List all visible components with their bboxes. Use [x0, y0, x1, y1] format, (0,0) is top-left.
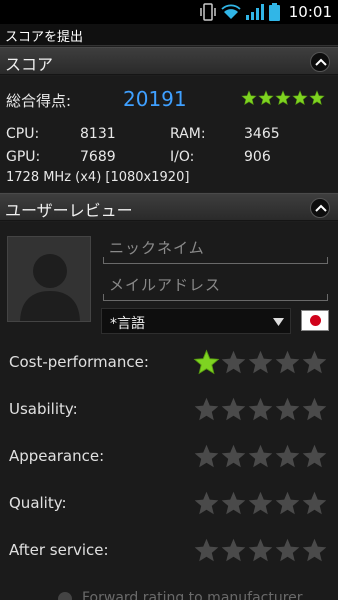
rating-stars[interactable] — [193, 537, 328, 564]
rating-star-icon[interactable] — [274, 396, 301, 423]
email-input[interactable] — [103, 269, 328, 300]
rating-star-icon[interactable] — [220, 490, 247, 517]
rating-label: Quality: — [9, 494, 67, 512]
rating-star-icon[interactable] — [193, 537, 220, 564]
rating-stars[interactable] — [193, 349, 328, 376]
email-field[interactable] — [103, 269, 328, 301]
nickname-input[interactable] — [103, 232, 328, 263]
cpu-value: 8131 — [80, 126, 116, 142]
language-select-value: *言語 — [110, 316, 145, 332]
rating-star-icon[interactable] — [247, 349, 274, 376]
rating-label: Appearance: — [9, 447, 105, 465]
total-star-icon — [241, 90, 257, 105]
rating-star-icon[interactable] — [301, 443, 328, 470]
review-section-header[interactable]: ユーザーレビュー — [0, 193, 338, 221]
rating-label: Usability: — [9, 400, 78, 418]
total-star-icon — [309, 90, 325, 105]
io-value: 906 — [244, 149, 271, 165]
rating-star-icon[interactable] — [220, 349, 247, 376]
collapse-review-button[interactable] — [310, 198, 330, 218]
rating-star-icon[interactable] — [247, 396, 274, 423]
total-star-icon — [275, 90, 291, 105]
battery-icon — [268, 3, 280, 21]
rating-star-icon[interactable] — [247, 443, 274, 470]
rating-star-icon[interactable] — [220, 396, 247, 423]
score-section-header[interactable]: スコア — [0, 47, 338, 75]
wifi-icon — [221, 4, 241, 19]
rating-star-icon[interactable] — [193, 490, 220, 517]
review-section-title: ユーザーレビュー — [5, 201, 133, 220]
total-star-icon — [258, 90, 274, 105]
user-silhouette-icon — [20, 254, 80, 321]
ram-value: 3465 — [244, 126, 280, 142]
rating-star-icon[interactable] — [301, 537, 328, 564]
device-spec-line: 1728 MHz (x4) [1080x1920] — [6, 170, 190, 185]
rating-star-icon[interactable] — [193, 396, 220, 423]
rating-label: After service: — [9, 541, 109, 559]
rating-star-icon[interactable] — [274, 443, 301, 470]
total-star-icon — [292, 90, 308, 105]
forward-rating-label: Forward rating to manufacturer — [82, 590, 303, 600]
signal-icon — [245, 4, 264, 20]
japan-flag-icon[interactable] — [301, 310, 329, 331]
rating-star-icon[interactable] — [247, 490, 274, 517]
status-bar: 10:01 — [0, 0, 338, 24]
language-select[interactable]: *言語 — [101, 308, 291, 334]
rating-star-icon[interactable] — [301, 349, 328, 376]
rating-star-icon[interactable] — [193, 349, 220, 376]
rating-star-icon[interactable] — [193, 443, 220, 470]
io-label: I/O: — [170, 149, 195, 165]
page-title: スコアを提出 — [5, 30, 84, 45]
chevron-up-icon — [315, 58, 327, 66]
gpu-value: 7689 — [80, 149, 116, 165]
ram-label: RAM: — [170, 126, 206, 142]
rating-stars[interactable] — [193, 396, 328, 423]
rating-star-icon[interactable] — [301, 396, 328, 423]
total-score-label: 総合得点: — [6, 92, 72, 110]
vibrate-icon — [200, 3, 216, 21]
app-title-bar: スコアを提出 — [0, 24, 338, 46]
clock: 10:01 — [288, 3, 332, 21]
score-section-title: スコア — [5, 55, 54, 74]
rating-star-icon[interactable] — [274, 349, 301, 376]
rating-star-icon[interactable] — [220, 537, 247, 564]
rating-label: Cost-performance: — [9, 353, 149, 371]
chevron-up-icon — [315, 204, 327, 212]
rating-star-icon[interactable] — [247, 537, 274, 564]
rating-star-icon[interactable] — [274, 490, 301, 517]
nickname-field[interactable] — [103, 232, 328, 264]
collapse-score-button[interactable] — [310, 52, 330, 72]
rating-star-icon[interactable] — [301, 490, 328, 517]
dropdown-arrow-icon — [273, 318, 284, 326]
rating-star-icon[interactable] — [274, 537, 301, 564]
avatar[interactable] — [7, 236, 91, 322]
rating-star-icon[interactable] — [220, 443, 247, 470]
rating-stars[interactable] — [193, 443, 328, 470]
cpu-label: CPU: — [6, 126, 40, 142]
total-score-value: 20191 — [123, 87, 187, 111]
gpu-label: GPU: — [6, 149, 41, 165]
score-panel: 総合得点: 20191 CPU: 8131 RAM: 3465 GPU: 768… — [0, 76, 338, 192]
total-score-stars — [241, 90, 325, 106]
forward-rating-checkbox[interactable] — [58, 592, 72, 600]
rating-stars[interactable] — [193, 490, 328, 517]
review-panel: *言語 Cost-performance: Usability: Appearanc… — [0, 222, 338, 600]
